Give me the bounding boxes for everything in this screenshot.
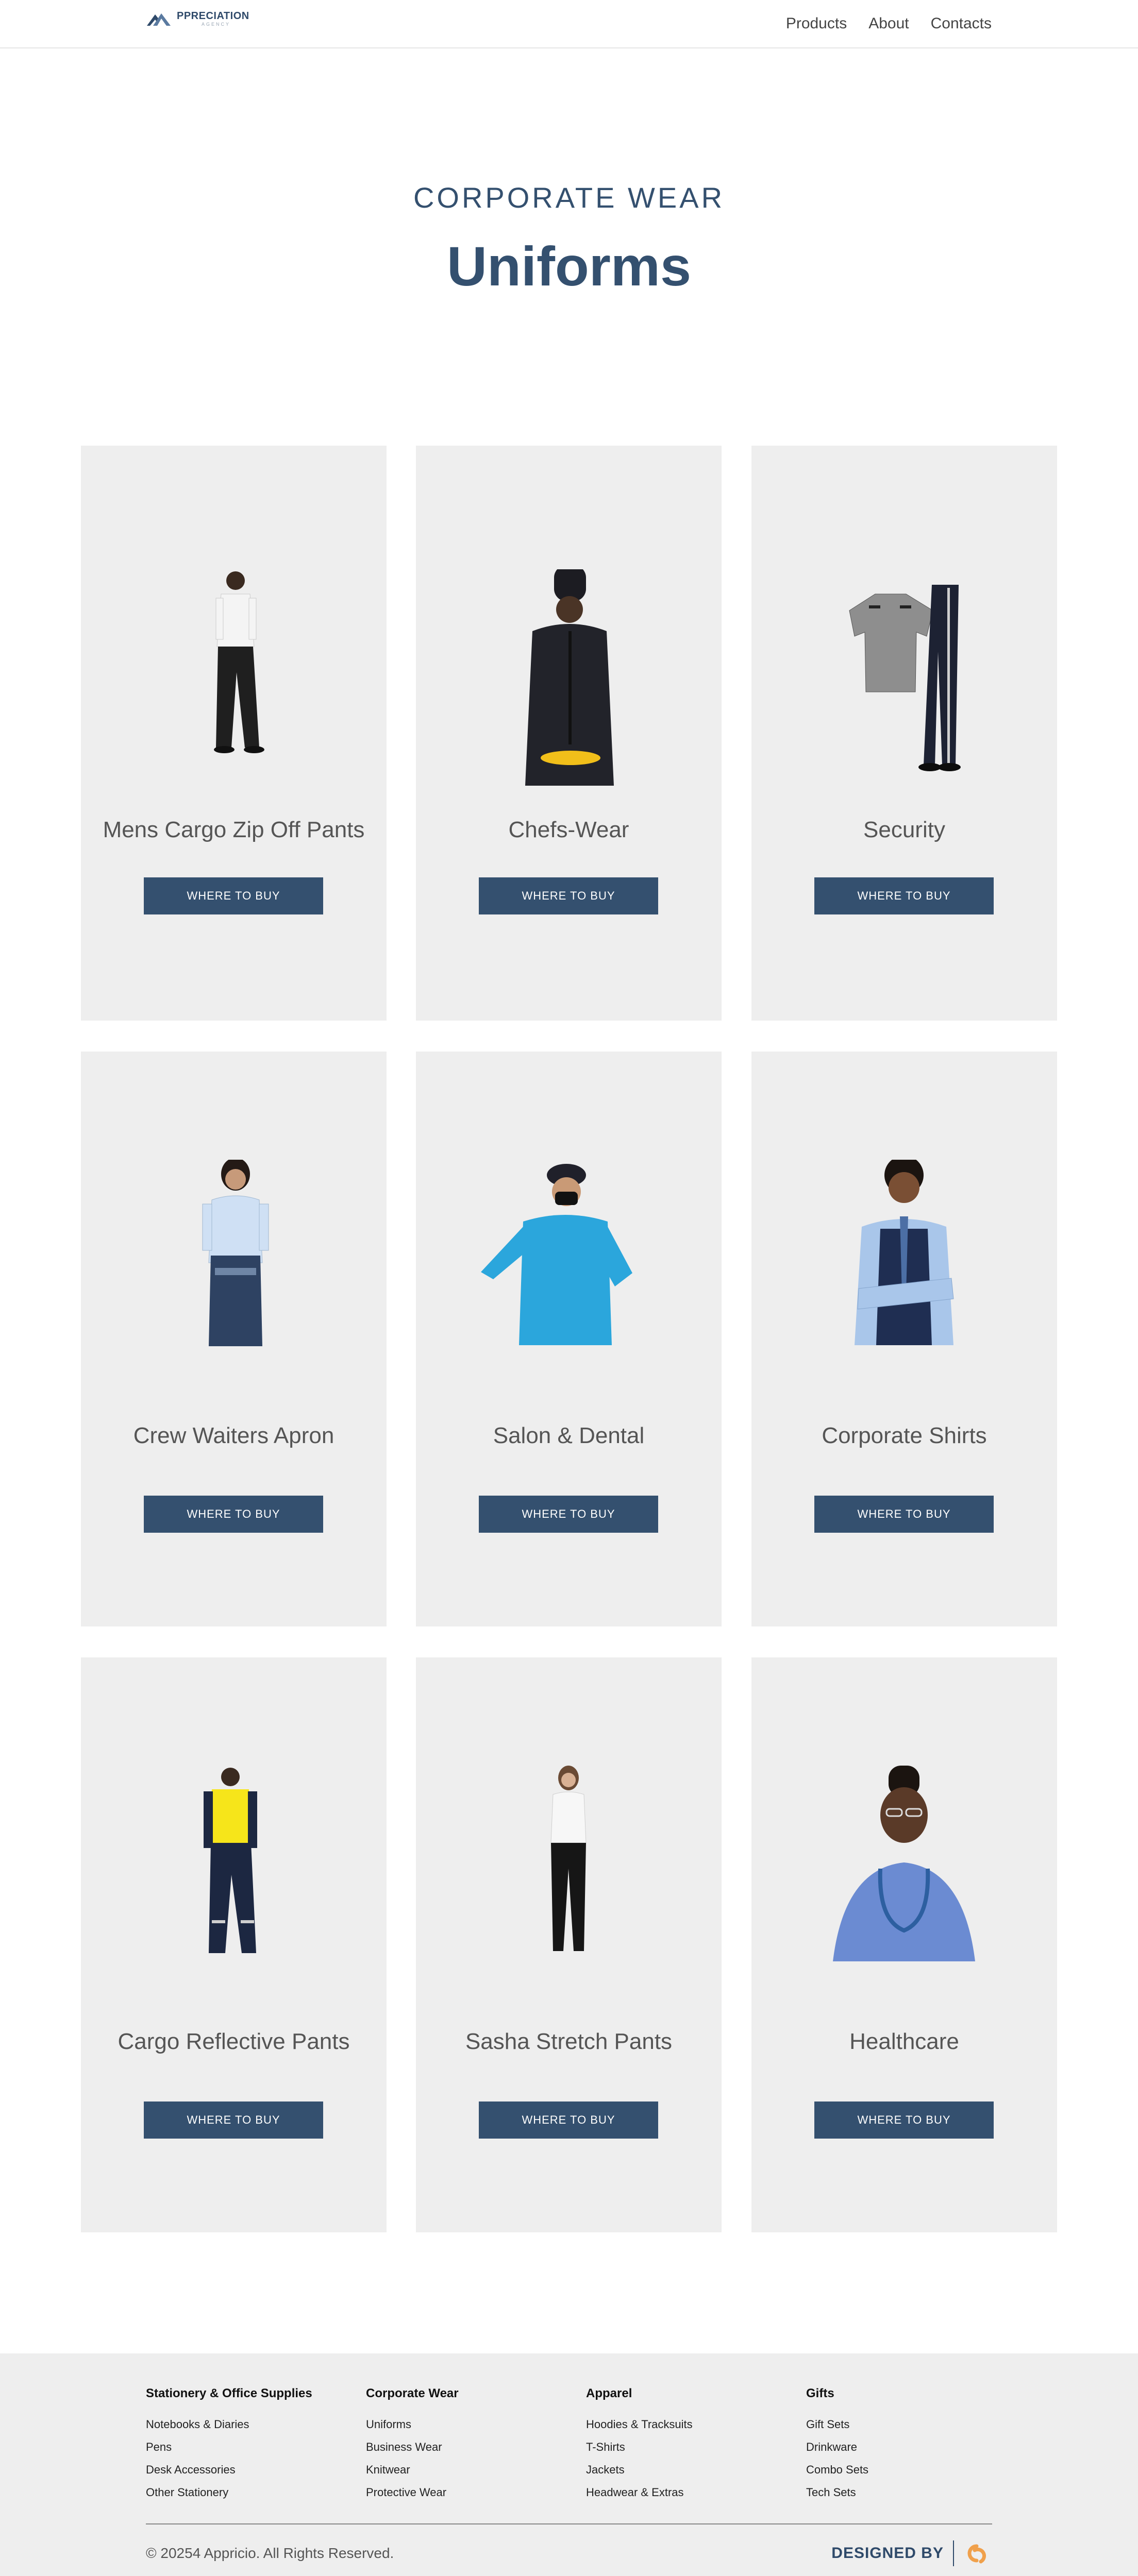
footer-column-corporate-wear: Corporate Wear Uniforms Business Wear Kn… [366,2384,572,2504]
product-image-chef-black-uniform [525,569,614,786]
footer-link[interactable]: Other Stationery [146,2481,352,2504]
product-card: Healthcare WHERE TO BUY [751,1657,1057,2232]
where-to-buy-button[interactable]: WHERE TO BUY [814,877,994,914]
page-title: Uniforms [446,235,692,297]
footer-link[interactable]: Uniforms [366,2413,572,2436]
where-to-buy-button[interactable]: WHERE TO BUY [479,2102,658,2139]
main-nav: Products About Contacts [786,13,992,34]
footer-link[interactable]: Notebooks & Diaries [146,2413,352,2436]
product-card: Corporate Shirts WHERE TO BUY [751,1052,1057,1626]
nav-about[interactable]: About [868,13,909,34]
site-header: PPRECIATION AGENCY Products About Contac… [0,0,1138,48]
footer-heading: Stationery & Office Supplies [146,2386,312,2400]
product-title: Crew Waiters Apron [133,1423,334,1448]
footer-heading: Gifts [806,2386,834,2400]
footer-link[interactable]: Tech Sets [806,2481,1012,2504]
footer-link[interactable]: Hoodies & Tracksuits [586,2413,792,2436]
footer-link[interactable]: Business Wear [366,2436,572,2459]
designer-credit[interactable]: DESIGNED BY [831,2538,992,2569]
where-to-buy-button[interactable]: WHERE TO BUY [479,877,658,914]
product-title: Mens Cargo Zip Off Pants [103,817,365,842]
footer-link[interactable]: Desk Accessories [146,2459,352,2481]
footer-link[interactable]: Jackets [586,2459,792,2481]
product-image-security-shirt-pants [849,585,961,771]
product-image-man-cargo-pants [214,571,264,753]
product-image-doctor-scrubs-stethoscope [833,1766,975,1961]
product-title: Healthcare [849,2029,959,2054]
footer-heading: Corporate Wear [366,2386,459,2400]
page-subtitle: CORPORATE WEAR [413,181,725,214]
designer-logo-icon [967,2544,986,2564]
designed-by-label: DESIGNED BY [831,2545,944,2562]
footer-link[interactable]: Knitwear [366,2459,572,2481]
product-image-reflective-workwear [204,1768,257,1953]
product-title: Sasha Stretch Pants [465,2029,673,2054]
where-to-buy-button[interactable]: WHERE TO BUY [814,1496,994,1533]
footer-link[interactable]: Protective Wear [366,2481,572,2504]
footer-link[interactable]: Headwear & Extras [586,2481,792,2504]
product-image-woman-blue-shirt-vest [855,1160,954,1345]
product-title: Chefs-Wear [508,817,629,842]
where-to-buy-button[interactable]: WHERE TO BUY [814,2102,994,2139]
footer-column-apparel: Apparel Hoodies & Tracksuits T-Shirts Ja… [586,2384,792,2504]
footer-link[interactable]: Pens [146,2436,352,2459]
where-to-buy-button[interactable]: WHERE TO BUY [479,1496,658,1533]
product-card: Crew Waiters Apron WHERE TO BUY [81,1052,387,1626]
product-image-woman-stretch-pants [550,1766,587,1951]
site-footer: Stationery & Office Supplies Notebooks &… [0,2353,1138,2576]
product-title: Security [863,817,945,842]
footer-link[interactable]: Drinkware [806,2436,1012,2459]
product-card: Cargo Reflective Pants WHERE TO BUY [81,1657,387,2232]
product-card: Chefs-Wear WHERE TO BUY [416,446,722,1021]
where-to-buy-button[interactable]: WHERE TO BUY [144,1496,323,1533]
product-image-waitress-apron [202,1160,269,1346]
copyright-text: © 20254 Appricio. All Rights Reserved. [146,2545,394,2561]
product-title: Cargo Reflective Pants [118,2029,350,2054]
product-title: Salon & Dental [493,1423,645,1448]
nav-contacts[interactable]: Contacts [931,13,992,34]
product-card: Mens Cargo Zip Off Pants WHERE TO BUY [81,446,387,1021]
footer-column-stationery: Stationery & Office Supplies Notebooks &… [146,2384,352,2504]
footer-link[interactable]: Combo Sets [806,2459,1012,2481]
product-card: Sasha Stretch Pants WHERE TO BUY [416,1657,722,2232]
product-image-blue-tunic-mask [481,1164,632,1345]
footer-column-gifts: Gifts Gift Sets Drinkware Combo Sets Tec… [806,2384,1012,2504]
where-to-buy-button[interactable]: WHERE TO BUY [144,2102,323,2139]
where-to-buy-button[interactable]: WHERE TO BUY [144,877,323,914]
logo-mountain-icon [147,13,171,26]
logo-tagline: AGENCY [202,22,231,27]
logo-name: PPRECIATION [177,10,249,22]
footer-link[interactable]: Gift Sets [806,2413,1012,2436]
credit-divider [953,2540,954,2566]
brand-logo[interactable]: PPRECIATION AGENCY [146,9,257,30]
product-card: Security WHERE TO BUY [751,446,1057,1021]
product-card: Salon & Dental WHERE TO BUY [416,1052,722,1626]
product-title: Corporate Shirts [822,1423,987,1448]
footer-divider [146,2523,992,2524]
nav-products[interactable]: Products [786,13,847,34]
footer-heading: Apparel [586,2386,632,2400]
footer-link[interactable]: T-Shirts [586,2436,792,2459]
